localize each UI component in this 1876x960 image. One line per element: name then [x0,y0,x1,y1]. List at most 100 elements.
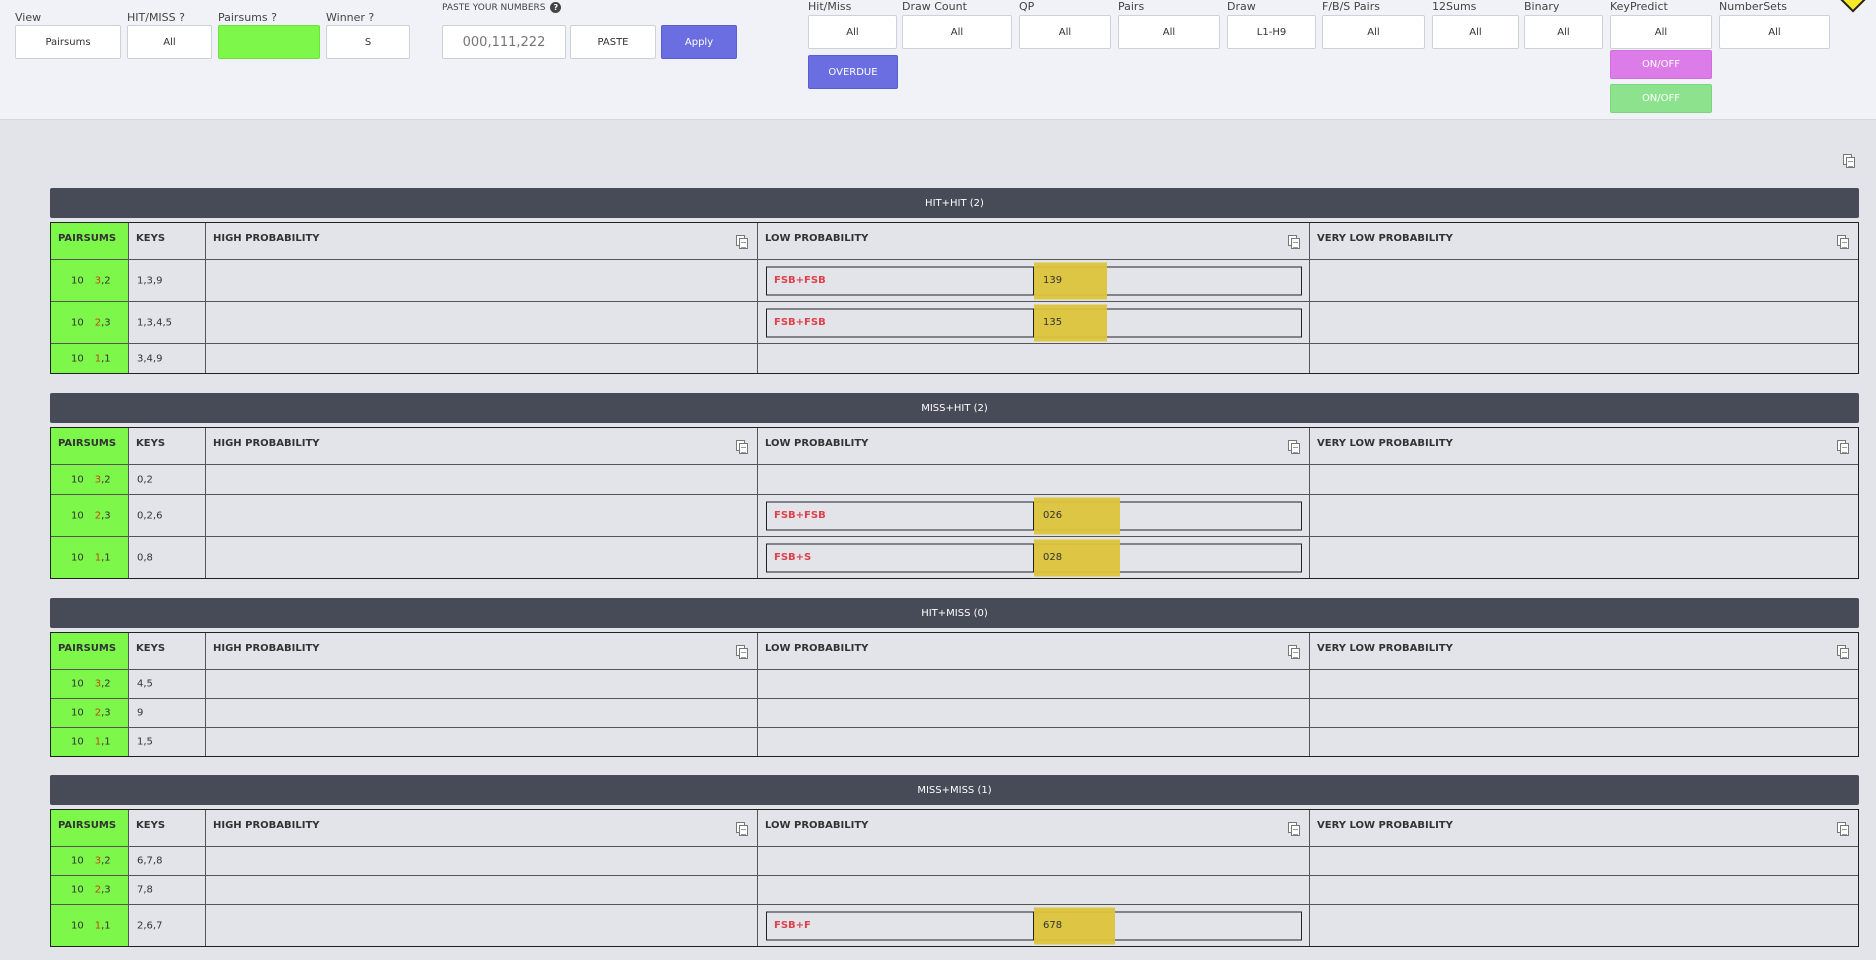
low-probability-cell [757,728,1309,756]
copy-column-icon[interactable] [1288,645,1300,659]
keys-value: 1,5 [137,736,153,748]
high-probability-cell [205,728,757,756]
pairsum-value: 10 1,1 [51,920,128,931]
copy-column-icon[interactable] [1837,822,1849,836]
binary-select[interactable]: All [1524,15,1603,49]
column-label: PAIRSUMS [58,233,117,244]
table-row: 10 2,3 7,8 [51,875,1858,904]
paste-button[interactable]: PASTE [570,25,656,59]
draw-select[interactable]: L1-H9 [1227,15,1316,49]
keys-cell: 0,8 [128,537,205,578]
probability-entry[interactable]: FSB+F 678 [766,907,1302,944]
corner-marker-icon[interactable] [1837,0,1869,13]
copy-column-icon[interactable] [736,645,748,659]
pairs-select[interactable]: All [1118,15,1220,49]
probability-entry[interactable]: FSB+FSB 135 [766,304,1302,341]
very-low-probability-cell [1309,495,1858,536]
high-probability-cell [205,876,757,904]
column-label: KEYS [136,438,166,449]
table-row: 10 2,3 1,3,4,5 FSB+FSB 135 [51,301,1858,343]
pairsum-total: 10 [71,317,84,328]
pairsum-second: ,1 [101,920,111,931]
qp-select[interactable]: All [1019,15,1111,49]
low-probability-cell: FSB+FSB 139 [757,260,1309,301]
low-probability-cell: FSB+FSB 135 [757,302,1309,343]
pairsum-second: ,3 [101,884,111,896]
keypredict-label: KeyPredict [1610,0,1668,13]
copy-all-icon[interactable] [1843,154,1855,168]
low-probability-cell [757,876,1309,904]
apply-button[interactable]: Apply [661,25,737,59]
keypredict-onoff-button[interactable]: ON/OFF [1610,50,1712,79]
section-header[interactable]: MISS+HIT (2) [50,393,1859,423]
keypredict-select[interactable]: All [1610,15,1712,49]
hitmiss-select[interactable]: All [127,25,212,59]
section-header[interactable]: MISS+MISS (1) [50,775,1859,805]
table-row: 10 1,1 0,8 FSB+S 028 [51,536,1858,578]
table-header-row: PAIRSUMS KEYS HIGH PROBABILITY LOW PROBABIL… [51,633,1858,669]
very-low-probability-cell [1309,302,1858,343]
fbs-pairs-select[interactable]: All [1322,15,1425,49]
view-select[interactable]: Pairsums [15,25,121,59]
column-label: KEYS [136,820,166,831]
copy-column-icon[interactable] [736,822,748,836]
help-icon[interactable]: ? [550,2,562,13]
paste-numbers-input[interactable] [442,25,566,59]
view-filter: View [15,11,41,24]
pairsum-total: 10 [71,678,84,690]
pairsum-cell: 10 3,2 [51,260,128,301]
pairsum-value: 10 2,3 [51,708,128,719]
pairsum-total: 10 [71,736,84,748]
probability-entry[interactable]: FSB+S 028 [766,539,1302,576]
copy-column-icon[interactable] [736,235,748,249]
copy-column-icon[interactable] [1837,440,1849,454]
pairsum-cell: 10 3,2 [51,465,128,494]
keys-value: 9 [137,707,144,719]
column-high-probability: HIGH PROBABILITY [205,633,757,669]
copy-column-icon[interactable] [1837,645,1849,659]
probability-entry[interactable]: FSB+FSB 026 [766,497,1302,534]
result-table: PAIRSUMS KEYS HIGH PROBABILITY LOW PROBABIL… [50,632,1859,757]
filter-toolbar: View Pairsums HIT/MISS ? All Pairsums ? … [0,0,1876,120]
low-probability-cell [757,847,1309,875]
column-high-probability: HIGH PROBABILITY [205,223,757,259]
section-header[interactable]: HIT+HIT (2) [50,188,1859,218]
column-label: KEYS [136,643,166,654]
pairsum-value: 10 3,2 [51,856,128,867]
copy-column-icon[interactable] [1288,440,1300,454]
column-very-low-probability: VERY LOW PROBABILITY [1309,633,1858,669]
high-probability-cell [205,495,757,536]
copy-column-icon[interactable] [1288,235,1300,249]
pairs-label: Pairs [1118,0,1145,13]
hitmiss-label: HIT/MISS ? [127,11,185,24]
column-high-probability: HIGH PROBABILITY [205,428,757,464]
section-header[interactable]: HIT+MISS (0) [50,598,1859,628]
keys-value: 1,3,4,5 [137,317,172,328]
entry-number: 139 [1043,275,1063,286]
keypredict-onoff-secondary-button[interactable]: ON/OFF [1610,84,1712,113]
keys-cell: 9 [128,699,205,727]
result-table: PAIRSUMS KEYS HIGH PROBABILITY LOW PROBABIL… [50,222,1859,374]
very-low-probability-cell [1309,344,1858,373]
drawcount-select[interactable]: All [902,15,1012,49]
hitmiss2-select[interactable]: All [808,15,897,49]
keys-value: 7,8 [137,884,153,896]
keys-cell: 7,8 [128,876,205,904]
copy-column-icon[interactable] [1837,235,1849,249]
very-low-probability-cell [1309,260,1858,301]
pairsums-select[interactable] [218,25,320,59]
pairsum-value: 10 1,1 [51,552,128,563]
pairsum-cell: 10 2,3 [51,495,128,536]
winner-select[interactable]: S [326,25,410,59]
pairsum-second: ,1 [101,736,111,748]
result-section: MISS+HIT (2) PAIRSUMS KEYS HIGH PROBABILITY… [50,393,1859,579]
overdue-button[interactable]: OVERDUE [808,55,898,89]
copy-column-icon[interactable] [1288,822,1300,836]
copy-column-icon[interactable] [736,440,748,454]
probability-entry[interactable]: FSB+FSB 139 [766,262,1302,299]
pairsum-value: 10 3,2 [51,275,128,286]
pairsum-second: ,2 [101,678,111,690]
sums12-select[interactable]: All [1432,15,1519,49]
numbersets-select[interactable]: All [1719,15,1830,49]
column-pairsums: PAIRSUMS [51,810,128,846]
